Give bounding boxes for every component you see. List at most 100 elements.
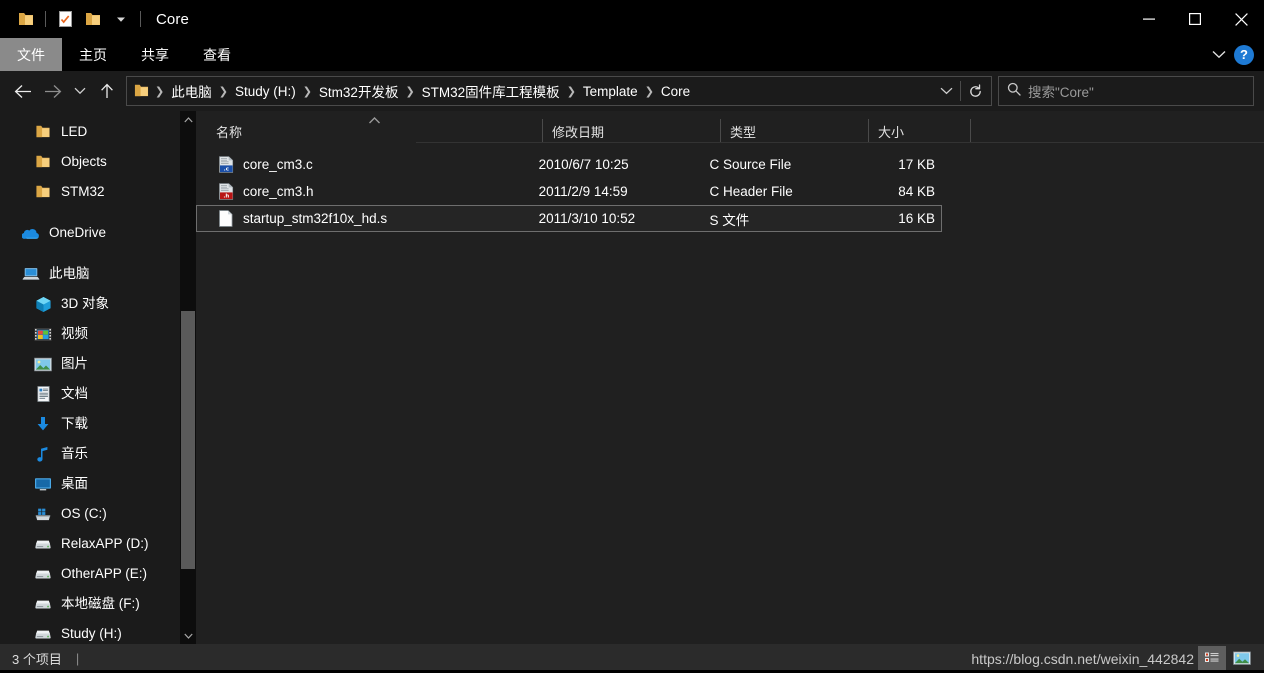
drive-icon bbox=[34, 595, 52, 613]
breadcrumb-sep-4[interactable]: ❯ bbox=[564, 85, 579, 98]
expand-ribbon-chevron-down-icon[interactable] bbox=[1212, 46, 1226, 64]
sidebar-item-label: LED bbox=[61, 124, 88, 140]
os-drive-icon bbox=[34, 505, 52, 523]
close-button[interactable] bbox=[1218, 0, 1264, 38]
sidebar-item-local-disk-f-drive[interactable]: 本地磁盘 (F:) bbox=[0, 589, 180, 619]
breadcrumb-sep-2[interactable]: ❯ bbox=[300, 85, 315, 98]
breadcrumb-sep-5[interactable]: ❯ bbox=[642, 85, 657, 98]
breadcrumb-item-5[interactable]: Core bbox=[657, 82, 694, 101]
folder-icon bbox=[34, 183, 52, 201]
breadcrumb-folder-icon bbox=[134, 84, 149, 98]
column-header-divider bbox=[416, 142, 1264, 143]
sidebar-item-label: OS (C:) bbox=[61, 506, 107, 522]
sidebar-item-desktop[interactable]: 桌面 bbox=[0, 469, 180, 499]
status-separator: | bbox=[75, 651, 80, 666]
search-input[interactable]: 搜索"Core" bbox=[1028, 81, 1094, 101]
breadcrumb-item-1[interactable]: Study (H:) bbox=[231, 82, 300, 101]
breadcrumb-bar[interactable]: ❯ 此电脑 ❯ Study (H:) ❯ Stm32开发板 ❯ STM32固件库… bbox=[126, 76, 992, 106]
breadcrumb-sep-3[interactable]: ❯ bbox=[402, 85, 417, 98]
sidebar-item-relaxapp-d-drive[interactable]: RelaxAPP (D:) bbox=[0, 529, 180, 559]
qat-chevron-down-icon[interactable] bbox=[107, 4, 135, 34]
nav-group-gap-1 bbox=[0, 207, 180, 218]
new-folder-icon[interactable] bbox=[79, 4, 107, 34]
drive-icon bbox=[34, 565, 52, 583]
large-icons-view-button[interactable] bbox=[1228, 646, 1256, 671]
sidebar-item-label: OtherAPP (E:) bbox=[61, 566, 148, 582]
sidebar-item-label: 桌面 bbox=[61, 476, 88, 492]
sidebar-item-otherapp-e-drive[interactable]: OtherAPP (E:) bbox=[0, 559, 180, 589]
c-header-file-icon: .h bbox=[217, 183, 234, 200]
maximize-button[interactable] bbox=[1172, 0, 1218, 38]
file-date-cell: 2011/3/10 10:52 bbox=[538, 211, 636, 226]
file-size-cell: 16 KB bbox=[898, 211, 935, 226]
scrollbar-thumb[interactable] bbox=[181, 311, 195, 569]
title-bar: Core bbox=[0, 0, 1264, 38]
sidebar-item-downloads[interactable]: 下载 bbox=[0, 409, 180, 439]
scroll-up-icon[interactable] bbox=[180, 111, 196, 128]
up-button[interactable] bbox=[92, 76, 122, 106]
file-name-label: startup_stm32f10x_hd.s bbox=[243, 211, 388, 226]
sidebar-item-led[interactable]: LED bbox=[0, 117, 180, 147]
sidebar-item-this-pc[interactable]: 此电脑 bbox=[0, 259, 180, 289]
folder-icon bbox=[34, 123, 52, 141]
sidebar-item-stm32[interactable]: STM32 bbox=[0, 177, 180, 207]
back-button[interactable] bbox=[8, 76, 38, 106]
sidebar-item-label: Study (H:) bbox=[61, 626, 122, 642]
column-header-type[interactable]: 类型 bbox=[720, 119, 868, 143]
column-header-name[interactable]: 名称 bbox=[216, 119, 542, 143]
qat-separator-2 bbox=[140, 11, 141, 27]
details-view-button[interactable] bbox=[1198, 646, 1226, 671]
breadcrumb-item-0[interactable]: 此电脑 bbox=[167, 79, 216, 103]
breadcrumb-sep-0[interactable]: ❯ bbox=[152, 85, 167, 98]
sidebar-item-os-c-drive[interactable]: OS (C:) bbox=[0, 499, 180, 529]
table-row[interactable]: startup_stm32f10x_hd.s 2011/3/10 10:52 S… bbox=[196, 205, 942, 232]
file-name-cell: .c core_cm3.c bbox=[217, 156, 530, 173]
file-name-cell: startup_stm32f10x_hd.s bbox=[217, 210, 530, 227]
help-button[interactable]: ? bbox=[1234, 44, 1254, 65]
onedrive-icon bbox=[22, 224, 40, 242]
folder-icon[interactable] bbox=[12, 4, 40, 34]
downloads-icon bbox=[34, 415, 52, 433]
column-header-date[interactable]: 修改日期 bbox=[542, 119, 720, 143]
properties-icon[interactable] bbox=[51, 4, 79, 34]
tab-share[interactable]: 共享 bbox=[124, 38, 186, 71]
breadcrumb-item-4[interactable]: Template bbox=[579, 82, 642, 101]
refresh-icon[interactable] bbox=[961, 77, 989, 105]
sidebar-item-music[interactable]: 音乐 bbox=[0, 439, 180, 469]
drive-icon bbox=[34, 535, 52, 553]
ribbon-tab-bar: 文件 主页 共享 查看 ? bbox=[0, 38, 1264, 71]
tab-home[interactable]: 主页 bbox=[62, 38, 124, 71]
tab-view[interactable]: 查看 bbox=[186, 38, 248, 71]
table-row[interactable]: .h core_cm3.h 2011/2/9 14:59 C Header Fi… bbox=[196, 178, 942, 205]
sidebar-item-onedrive[interactable]: OneDrive bbox=[0, 218, 180, 248]
forward-button[interactable] bbox=[38, 76, 68, 106]
svg-text:.h: .h bbox=[223, 194, 229, 200]
breadcrumb-chevron-down-icon[interactable] bbox=[932, 77, 960, 105]
3d-objects-icon bbox=[34, 295, 52, 313]
item-count-label: 3 个项目 bbox=[12, 652, 62, 667]
sidebar-item-documents[interactable]: 文档 bbox=[0, 379, 180, 409]
this-pc-icon bbox=[22, 265, 40, 283]
navigation-scrollbar[interactable] bbox=[180, 111, 196, 644]
table-row[interactable]: .c core_cm3.c 2010/6/7 10:25 C Source Fi… bbox=[196, 151, 942, 178]
sidebar-item-pictures[interactable]: 图片 bbox=[0, 349, 180, 379]
sidebar-item-study-h-drive[interactable]: Study (H:) bbox=[0, 619, 180, 644]
breadcrumb-sep-1[interactable]: ❯ bbox=[216, 85, 231, 98]
recent-locations-chevron-down-icon[interactable] bbox=[68, 76, 92, 106]
scroll-down-icon[interactable] bbox=[180, 627, 196, 644]
tab-file[interactable]: 文件 bbox=[0, 38, 62, 71]
status-bar: 3 个项目 | https://blog.csdn.net/weixin_442… bbox=[0, 644, 1264, 673]
breadcrumb-item-3[interactable]: STM32固件库工程模板 bbox=[418, 79, 564, 103]
search-box[interactable]: 搜索"Core" bbox=[998, 76, 1254, 106]
drive-icon bbox=[34, 625, 52, 643]
sidebar-item-label: Objects bbox=[61, 154, 107, 170]
sidebar-item-3d-objects[interactable]: 3D 对象 bbox=[0, 289, 180, 319]
minimize-button[interactable] bbox=[1126, 0, 1172, 38]
sidebar-item-videos[interactable]: 视频 bbox=[0, 319, 180, 349]
column-header-size[interactable]: 大小 bbox=[868, 119, 970, 143]
window-title: Core bbox=[156, 10, 189, 28]
column-header-extra[interactable] bbox=[970, 119, 988, 143]
breadcrumb-item-2[interactable]: Stm32开发板 bbox=[315, 79, 403, 103]
sidebar-item-objects[interactable]: Objects bbox=[0, 147, 180, 177]
sidebar-item-label: 下载 bbox=[61, 416, 88, 432]
